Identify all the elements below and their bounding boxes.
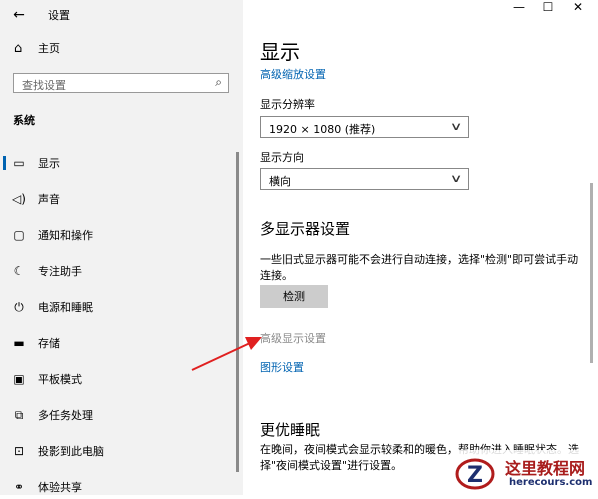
sidebar-item-label: 显示 <box>38 157 60 170</box>
back-arrow-icon[interactable]: ← <box>8 4 30 26</box>
watermark-url: herecours.com <box>509 477 593 488</box>
sidebar-item-label: 通知和操作 <box>38 229 93 242</box>
orientation-value: 横向 <box>269 175 291 188</box>
home-nav-item[interactable]: ⌂ 主页 <box>14 38 60 58</box>
search-input[interactable]: 查找设置 ⌕ <box>13 73 229 93</box>
project-icon: ⊡ <box>13 444 25 458</box>
resolution-select[interactable]: 1920 × 1080 (推荐) ∨ <box>260 116 469 138</box>
search-placeholder: 查找设置 <box>22 79 66 92</box>
tablet-icon: ▣ <box>13 372 25 386</box>
sidebar-item-label: 声音 <box>38 193 60 206</box>
home-label: 主页 <box>38 42 60 55</box>
sidebar-item-storage[interactable]: ▬ 存储 <box>0 331 230 355</box>
sidebar-item-project[interactable]: ⊡ 投影到此电脑 <box>0 439 230 463</box>
monitor-icon: ▭ <box>13 156 25 170</box>
sidebar-item-power[interactable]: ⏻ 电源和睡眠 <box>0 295 230 319</box>
sidebar-item-multitasking[interactable]: ⧉ 多任务处理 <box>0 403 230 427</box>
app-title: 设置 <box>48 9 70 22</box>
sidebar-item-notifications[interactable]: ▢ 通知和操作 <box>0 223 230 247</box>
close-button[interactable]: ✕ <box>558 0 598 16</box>
sidebar-item-label: 投影到此电脑 <box>38 445 104 458</box>
sidebar-item-label: 多任务处理 <box>38 409 93 422</box>
sidebar-item-shared-experiences[interactable]: ⚭ 体验共享 <box>0 475 230 499</box>
watermark-logo-letter: Z <box>467 463 483 488</box>
watermark: Z 这里教程网 herecours.com <box>453 450 598 495</box>
storage-icon: ▬ <box>13 336 25 350</box>
title-bar: ← 设置 <box>0 0 243 30</box>
power-icon: ⏻ <box>14 299 24 314</box>
sidebar: ← 设置 ⌂ 主页 查找设置 ⌕ 系统 ▭ 显示 ◁) 声音 ▢ 通知和操作 ☾… <box>0 0 243 495</box>
resolution-label: 显示分辨率 <box>260 98 315 111</box>
section-label: 系统 <box>13 114 35 127</box>
sidebar-item-label: 平板模式 <box>38 373 82 386</box>
notification-icon: ▢ <box>13 228 25 242</box>
sidebar-item-label: 电源和睡眠 <box>38 301 93 314</box>
orientation-label: 显示方向 <box>260 151 304 164</box>
moon-icon: ☾ <box>13 264 25 278</box>
sidebar-item-label: 存储 <box>38 337 60 350</box>
content-scrollbar[interactable] <box>590 183 593 363</box>
page-title: 显示 <box>260 40 300 64</box>
search-icon: ⌕ <box>215 75 222 89</box>
sidebar-item-focus-assist[interactable]: ☾ 专注助手 <box>0 259 230 283</box>
sidebar-item-tablet[interactable]: ▣ 平板模式 <box>0 367 230 391</box>
watermark-logo-icon: Z <box>455 458 495 490</box>
home-icon: ⌂ <box>14 40 23 56</box>
multitask-icon: ⧉ <box>14 407 24 422</box>
chevron-down-icon: ∨ <box>449 120 463 133</box>
sidebar-item-display[interactable]: ▭ 显示 <box>0 151 230 175</box>
graphics-settings-link[interactable]: 图形设置 <box>260 359 304 375</box>
sidebar-item-label: 专注助手 <box>38 265 82 278</box>
detect-button[interactable]: 检测 <box>260 285 328 308</box>
orientation-select[interactable]: 横向 ∨ <box>260 168 469 190</box>
multi-display-description: 一些旧式显示器可能不会进行自动连接，选择"检测"即可尝试手动连接。 <box>260 253 579 282</box>
speaker-icon: ◁) <box>12 192 26 206</box>
share-icon: ⚭ <box>13 480 25 494</box>
sidebar-scrollbar[interactable] <box>236 152 239 472</box>
chevron-down-icon: ∨ <box>449 172 463 185</box>
sleep-heading: 更优睡眠 <box>260 421 321 439</box>
resolution-value: 1920 × 1080 (推荐) <box>269 123 376 136</box>
sidebar-item-label: 体验共享 <box>38 481 82 494</box>
multi-display-heading: 多显示器设置 <box>260 220 351 238</box>
advanced-scaling-link[interactable]: 高级缩放设置 <box>260 66 326 82</box>
watermark-title: 这里教程网 <box>505 459 586 478</box>
sidebar-item-sound[interactable]: ◁) 声音 <box>0 187 230 211</box>
advanced-display-link[interactable]: 高级显示设置 <box>260 330 326 346</box>
window-controls: — ☐ ✕ <box>243 0 598 30</box>
